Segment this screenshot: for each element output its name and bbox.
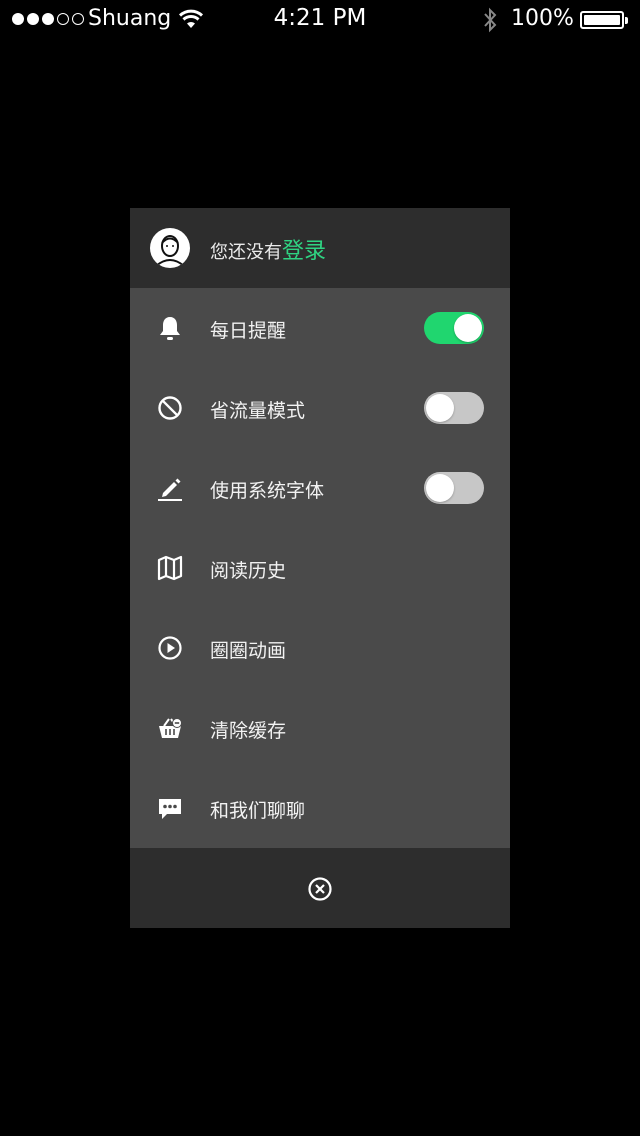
menu-item-label: 和我们聊聊	[210, 800, 306, 822]
daily-reminder-toggle[interactable]	[424, 312, 484, 344]
menu-item-label: 清除缓存	[210, 720, 287, 742]
close-icon[interactable]	[307, 876, 333, 902]
battery-icon	[580, 11, 628, 29]
no-icon	[158, 396, 182, 420]
menu-item-data-saver[interactable]: 省流量模式	[130, 368, 510, 448]
menu-item-label: 省流量模式	[210, 400, 306, 422]
data-saver-toggle[interactable]	[424, 392, 484, 424]
map-icon	[157, 555, 183, 581]
panel-header: 您还没有登录	[130, 208, 510, 288]
basket-icon	[159, 718, 182, 738]
menu-item-label: 圈圈动画	[210, 640, 287, 662]
menu-item-label: 阅读历史	[210, 560, 287, 582]
menu-item-label: 使用系统字体	[210, 480, 325, 502]
bluetooth-icon	[484, 7, 497, 33]
settings-panel: 您还没有登录 每日提醒 省流量模式 使用系统字体 阅读历史 圈圈动画 清除缓存 …	[130, 208, 510, 928]
chat-icon	[159, 799, 181, 819]
login-prompt: 您还没有登录	[210, 233, 326, 265]
status-bar: Shuang 4:21 PM 100%	[0, 0, 640, 40]
bell-icon	[160, 317, 180, 340]
menu-item-clear-cache[interactable]: 清除缓存	[130, 688, 510, 768]
battery-percent: 100%	[511, 6, 574, 31]
login-prompt-text: 您还没有	[210, 242, 282, 263]
user-avatar-icon	[155, 235, 185, 267]
login-link[interactable]: 登录	[282, 239, 326, 264]
menu-item-reading-history[interactable]: 阅读历史	[130, 528, 510, 608]
menu-item-circle-animation[interactable]: 圈圈动画	[130, 608, 510, 688]
menu-item-system-font[interactable]: 使用系统字体	[130, 448, 510, 528]
panel-footer	[130, 848, 510, 928]
menu-item-daily-reminder[interactable]: 每日提醒	[130, 288, 510, 368]
avatar[interactable]	[150, 228, 190, 268]
pencil-icon	[158, 478, 182, 501]
menu-item-chat-with-us[interactable]: 和我们聊聊	[130, 768, 510, 848]
system-font-toggle[interactable]	[424, 472, 484, 504]
menu-item-label: 每日提醒	[210, 320, 287, 342]
play-circle-icon	[158, 636, 182, 660]
